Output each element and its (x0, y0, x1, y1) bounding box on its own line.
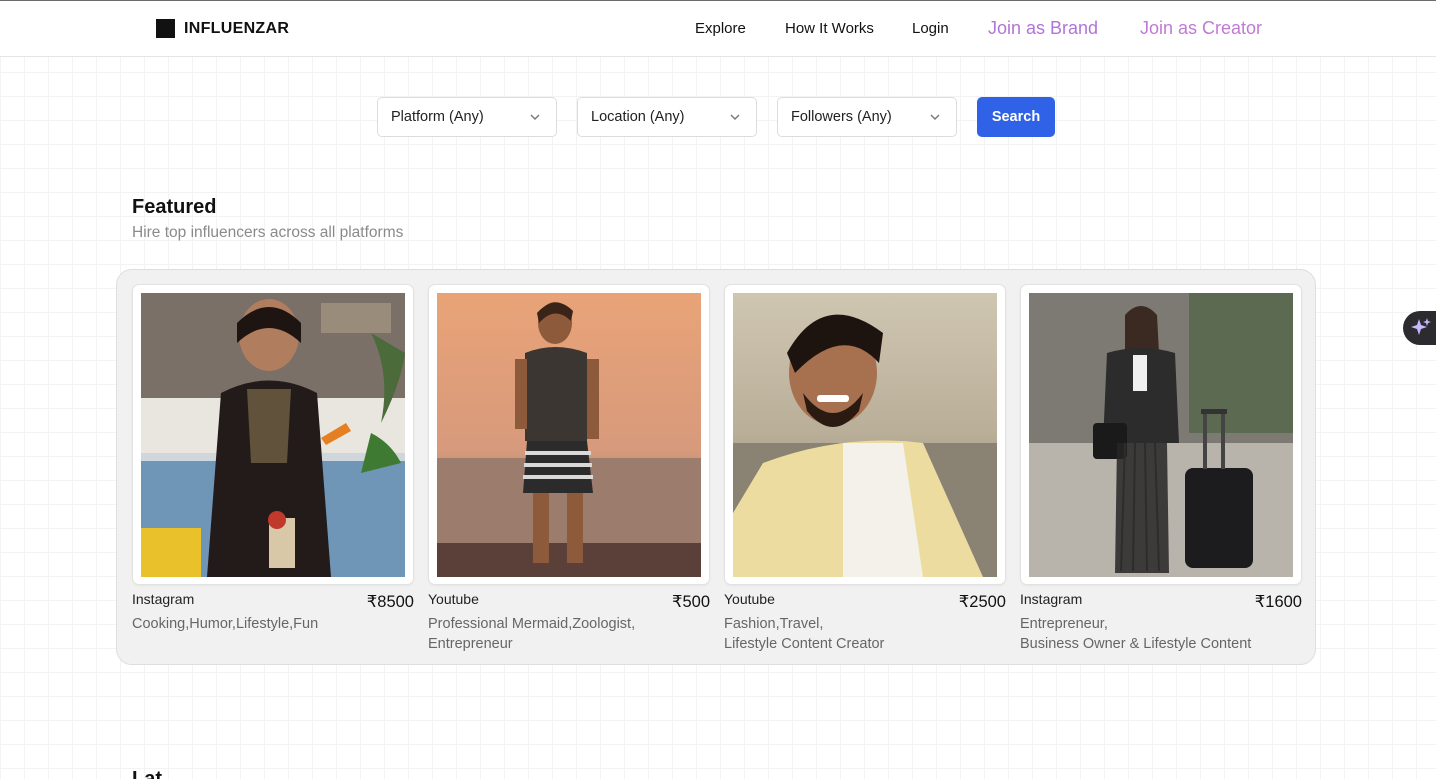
creator-platform: Instagram (132, 591, 195, 607)
creator-platform: Instagram (1020, 591, 1083, 607)
creator-photo (733, 293, 997, 577)
logo-square-icon (156, 19, 175, 38)
creator-photo (1029, 293, 1293, 577)
chevron-down-icon (530, 114, 540, 120)
creator-card[interactable]: Instagram ₹1600 Entrepreneur, Business O… (1020, 284, 1302, 654)
creator-categories: Professional Mermaid,Zoologist, Entrepre… (428, 616, 636, 652)
next-section-title: Lat (132, 768, 162, 779)
creator-photo-frame[interactable] (724, 284, 1006, 585)
creator-platform: Youtube (428, 591, 479, 607)
featured-section-title: Featured (132, 196, 217, 218)
creator-card[interactable]: Youtube ₹500 Professional Mermaid,Zoolog… (428, 284, 710, 654)
creator-categories: Entrepreneur, Business Owner & Lifestyle… (1020, 616, 1252, 652)
location-select[interactable]: Location (Any) (577, 97, 757, 137)
brand-name: INFLUENZAR (184, 19, 290, 37)
nav-login-link[interactable]: Login (912, 20, 949, 37)
top-navbar: INFLUENZAR Explore How It Works Login Jo… (0, 1, 1436, 57)
creator-categories: Fashion,Travel, Lifestyle Content Creato… (724, 616, 885, 652)
featured-section-subtitle: Hire top influencers across all platform… (132, 224, 404, 241)
join-as-brand-link[interactable]: Join as Brand (988, 18, 1098, 39)
creator-card[interactable]: Youtube ₹2500 Fashion,Travel, Lifestyle … (724, 284, 1006, 654)
creator-price: ₹8500 (366, 593, 414, 611)
platform-select-value: Platform (Any) (391, 109, 484, 125)
creator-photo-frame[interactable] (1020, 284, 1302, 585)
creator-price: ₹2500 (958, 593, 1006, 611)
ai-assistant-button[interactable] (1403, 311, 1436, 345)
creator-photo (141, 293, 405, 577)
brand-logo[interactable]: INFLUENZAR (156, 19, 289, 38)
nav-explore-link[interactable]: Explore (695, 20, 746, 37)
search-filters: Platform (Any) Location (Any) Followers … (377, 97, 1055, 137)
nav-how-it-works-link[interactable]: How It Works (785, 20, 874, 37)
creator-card[interactable]: Instagram ₹8500 Cooking,Humor,Lifestyle,… (132, 284, 414, 634)
chevron-down-icon (930, 114, 940, 120)
platform-select[interactable]: Platform (Any) (377, 97, 557, 137)
creator-photo-frame[interactable] (428, 284, 710, 585)
search-button[interactable]: Search (977, 97, 1055, 137)
creator-price: ₹500 (671, 593, 710, 611)
creator-price: ₹1600 (1254, 593, 1302, 611)
chevron-down-icon (730, 114, 740, 120)
creator-categories: Cooking,Humor,Lifestyle,Fun (132, 616, 319, 632)
followers-select-value: Followers (Any) (791, 109, 892, 125)
followers-select[interactable]: Followers (Any) (777, 97, 957, 137)
creator-photo (437, 293, 701, 577)
creator-platform: Youtube (724, 591, 775, 607)
join-as-creator-link[interactable]: Join as Creator (1140, 18, 1262, 39)
creator-photo-frame[interactable] (132, 284, 414, 585)
sparkle-icon (1411, 318, 1431, 335)
location-select-value: Location (Any) (591, 109, 685, 125)
